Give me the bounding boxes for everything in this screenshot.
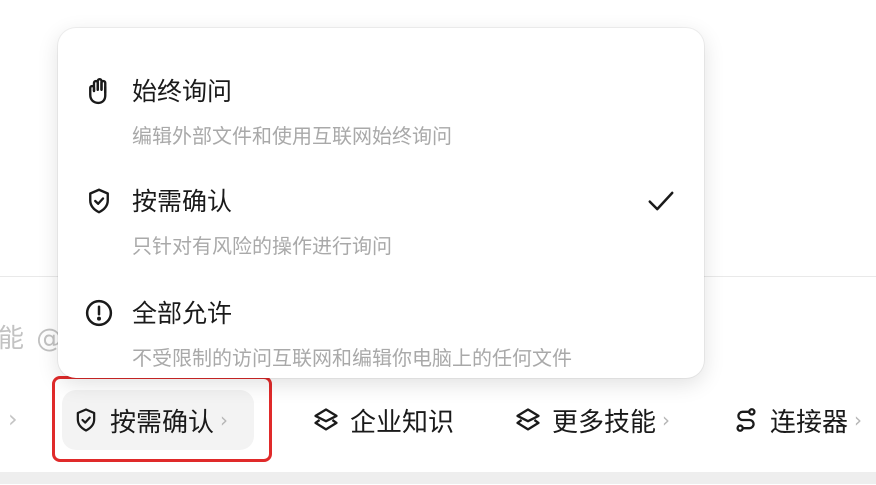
checkmark-icon: [646, 186, 676, 216]
connectors-button[interactable]: 连接器 ›: [732, 390, 862, 450]
hand-icon: [84, 76, 114, 106]
menu-item-confirm-as-needed[interactable]: 按需确认 只针对有风险的操作进行询问: [58, 156, 704, 266]
composer-input-placeholder[interactable]: 能 @: [0, 318, 64, 355]
menu-item-title: 按需确认: [132, 187, 233, 216]
more-skills-label: 更多技能: [552, 407, 657, 438]
alert-circle-icon: [84, 298, 114, 328]
connectors-label: 连接器: [770, 407, 849, 438]
chevron-right-icon[interactable]: ›: [8, 404, 22, 434]
menu-item-description: 只针对有风险的操作进行询问: [132, 234, 392, 258]
menu-item-description: 不受限制的访问互联网和编辑你电脑上的任何文件: [132, 346, 572, 370]
more-skills-button[interactable]: 更多技能 ›: [514, 390, 670, 450]
permission-menu: 始终询问 编辑外部文件和使用互联网始终询问 按需确认 只针对有风险的操作进行询问…: [58, 28, 704, 378]
menu-item-title: 全部允许: [132, 299, 233, 328]
knowledge-button[interactable]: 企业知识: [312, 390, 454, 450]
highlight-annotation: [52, 376, 272, 462]
menu-item-allow-all[interactable]: 全部允许 不受限制的访问互联网和编辑你电脑上的任何文件: [58, 268, 704, 378]
knowledge-label: 企业知识: [350, 407, 455, 438]
composer-bottom-band: [0, 472, 876, 484]
menu-item-title: 始终询问: [132, 77, 233, 106]
connector-icon: [732, 406, 760, 434]
layers-icon: [514, 406, 542, 434]
chevron-right-icon: ›: [854, 408, 863, 432]
chevron-right-icon: ›: [662, 408, 671, 432]
layers-icon: [312, 406, 340, 434]
menu-item-description: 编辑外部文件和使用互联网始终询问: [132, 124, 452, 148]
menu-item-always-ask[interactable]: 始终询问 编辑外部文件和使用互联网始终询问: [58, 46, 704, 156]
shield-check-icon: [84, 186, 114, 216]
